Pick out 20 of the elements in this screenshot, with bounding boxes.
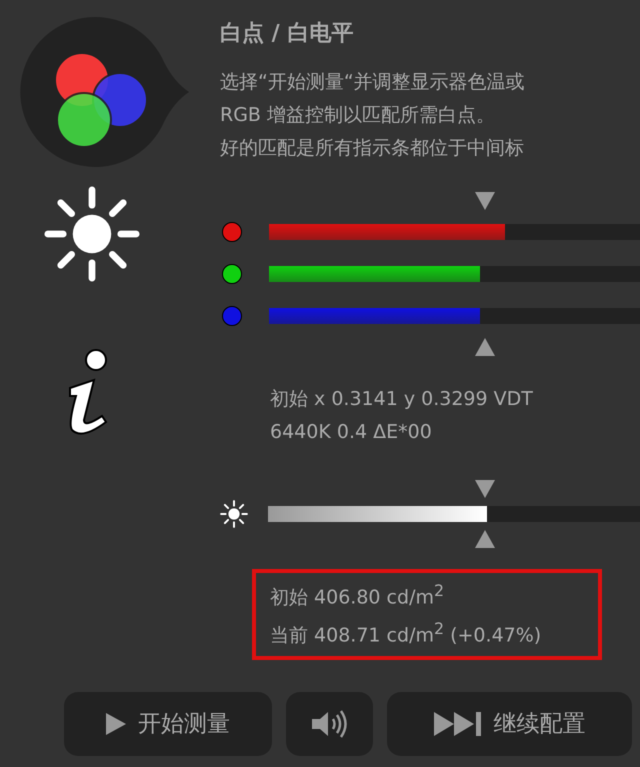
play-icon [106,712,126,735]
skip-icon [434,712,482,736]
action-button[interactable]: 开始测量 [64,692,272,756]
brightness-icon [44,186,140,282]
action-button[interactable]: 继续配置 [387,692,632,756]
marker-icon [475,338,495,356]
luminance-text: 当前 408.71 cd/m$^{2}$ (+0.47%) [270,618,542,649]
description-text: 选择“开始测量“并调整显示器色温或 [220,70,526,95]
measurement-text: 6440K 0.4 ΔE*00 [270,420,433,445]
sound-button[interactable] [286,692,373,756]
luminance-text: 初始 406.80 cd/m$^{2}$ [270,580,446,610]
description-text: RGB 增益控制以匹配所需白点。 [220,103,496,128]
speaker-icon [312,708,348,739]
marker-icon [475,192,495,210]
measurement-text: 初始 x 0.3141 y 0.3299 VDT [270,387,534,412]
marker-icon [475,480,495,498]
section-title: 白点 / 白电平 [220,20,354,48]
brightness-icon [220,500,248,528]
marker-icon [475,530,495,548]
description-text: 好的匹配是所有指示条都位于中间标 [220,136,525,161]
